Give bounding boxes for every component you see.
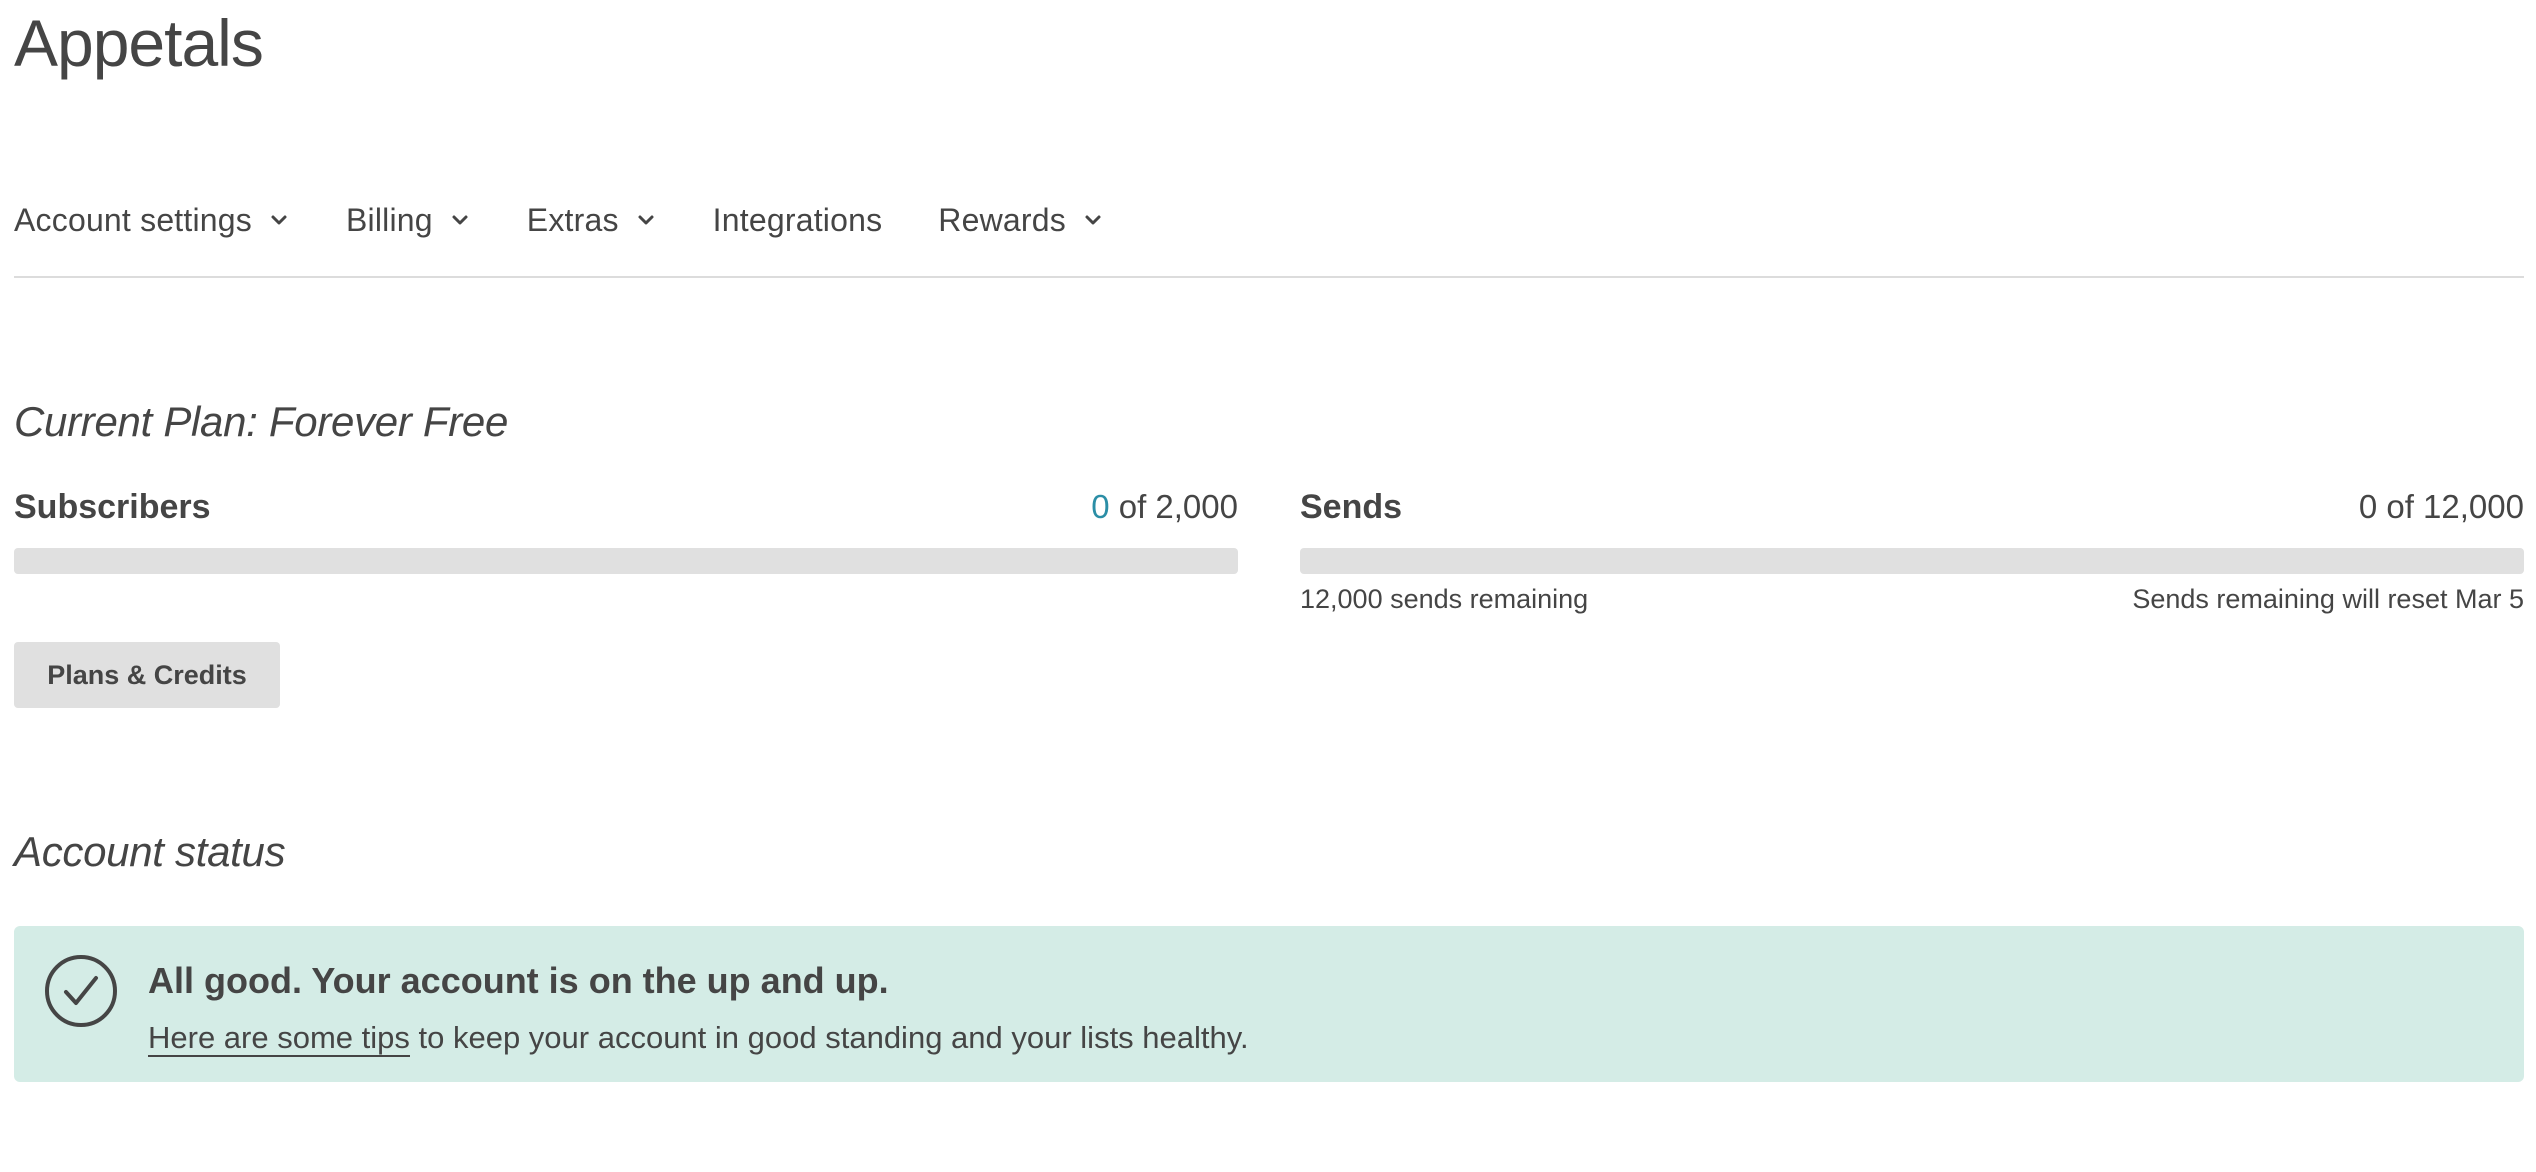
chevron-down-icon — [268, 209, 290, 231]
meter-header: Sends 0 of 12,000 — [1300, 488, 2524, 530]
chevron-down-icon — [449, 209, 471, 231]
tab-rewards[interactable]: Rewards — [938, 196, 1104, 244]
subscribers-count: 0 of 2,000 — [1091, 488, 1238, 526]
status-heading: All good. Your account is on the up and … — [148, 960, 889, 1001]
sends-footer: 12,000 sends remaining Sends remaining w… — [1300, 584, 2524, 615]
subscribers-used: 0 — [1091, 488, 1110, 525]
tips-link[interactable]: Here are some tips — [148, 1020, 410, 1057]
tab-billing[interactable]: Billing — [346, 196, 471, 244]
sends-progress-bar — [1300, 548, 2524, 574]
account-page: Appetals Account settings Billing Extras — [0, 0, 2536, 1172]
account-status-title: Account status — [14, 828, 286, 875]
chevron-down-icon — [1082, 209, 1104, 231]
tab-label: Rewards — [938, 201, 1066, 238]
tab-integrations[interactable]: Integrations — [713, 196, 883, 244]
subscribers-meter: Subscribers 0 of 2,000 — [14, 488, 1238, 574]
current-plan-title: Current Plan: Forever Free — [14, 398, 509, 445]
chevron-down-icon — [635, 209, 657, 231]
tab-extras[interactable]: Extras — [527, 196, 657, 244]
tab-label: Account settings — [14, 201, 252, 238]
sends-count: 0 of 12,000 — [2358, 488, 2524, 525]
meter-header: Subscribers 0 of 2,000 — [14, 488, 1238, 530]
sends-label: Sends — [1300, 488, 1403, 526]
plans-credits-button[interactable]: Plans & Credits — [14, 642, 280, 708]
subscribers-progress-bar — [14, 548, 1238, 574]
sends-meter: Sends 0 of 12,000 12,000 sends remaining… — [1300, 488, 2524, 615]
tab-label: Billing — [346, 201, 433, 238]
account-nav: Account settings Billing Extras Integrat… — [14, 196, 2524, 278]
tab-account-settings[interactable]: Account settings — [14, 196, 290, 244]
status-message-rest: to keep your account in good standing an… — [409, 1020, 1249, 1055]
subscribers-label: Subscribers — [14, 488, 211, 526]
check-circle-icon — [44, 954, 118, 1028]
subscribers-limit: of 2,000 — [1109, 488, 1238, 525]
account-status-banner: All good. Your account is on the up and … — [14, 926, 2524, 1082]
tab-label: Integrations — [712, 201, 883, 238]
sends-reset-date: Sends remaining will reset Mar 5 — [2132, 584, 2524, 614]
sends-remaining: 12,000 sends remaining — [1300, 584, 1589, 614]
status-message: Here are some tips to keep your account … — [148, 1020, 1249, 1057]
tab-label: Extras — [526, 201, 619, 238]
account-name: Appetals — [14, 6, 264, 80]
